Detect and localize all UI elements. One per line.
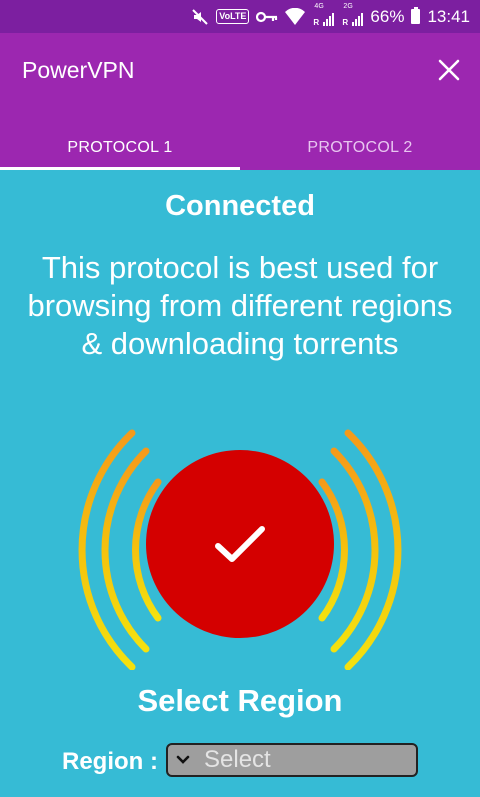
sim1-network-type: 4G — [314, 2, 324, 10]
tab-indicator — [0, 167, 240, 170]
volte-badge: VoLTE — [216, 9, 250, 24]
app-bar: PowerVPN PROTOCOL 1 PROTOCOL 2 — [0, 33, 480, 170]
battery-percent: 66% — [370, 6, 405, 26]
clock: 13:41 — [427, 6, 470, 26]
roaming-indicator-sim2: R — [342, 17, 349, 27]
select-region-title: Select Region — [137, 683, 343, 718]
battery-icon — [411, 7, 421, 24]
region-dropdown[interactable]: Select — [166, 743, 418, 777]
chevron-down-icon — [176, 755, 190, 765]
protocol-description: This protocol is best used for browsing … — [27, 250, 453, 361]
tab-protocol-1[interactable]: PROTOCOL 1 — [0, 125, 240, 170]
roaming-indicator: R — [313, 17, 320, 27]
tab-protocol-2[interactable]: PROTOCOL 2 — [240, 125, 480, 170]
wifi-icon — [285, 7, 306, 26]
close-button[interactable] — [432, 53, 466, 87]
region-dropdown-value: Select — [204, 746, 271, 773]
checkmark-icon — [215, 526, 265, 562]
connect-area — [0, 420, 480, 670]
key-icon — [256, 10, 278, 24]
status-bar: VoLTE 4G R 2G R 66% 13:41 — [0, 0, 480, 33]
signal-icon: 4G R — [312, 3, 335, 27]
close-icon — [438, 59, 460, 81]
wave-left-middle — [101, 447, 150, 653]
sim2-network-type: 2G — [343, 2, 353, 10]
connection-status: Connected — [165, 190, 315, 222]
connect-button[interactable] — [146, 450, 334, 638]
signal-icon-sim2: 2G R — [341, 3, 364, 27]
wave-right-middle — [330, 447, 379, 653]
app-title: PowerVPN — [22, 57, 135, 83]
region-label: Region : — [62, 748, 158, 775]
mute-icon — [191, 8, 209, 26]
